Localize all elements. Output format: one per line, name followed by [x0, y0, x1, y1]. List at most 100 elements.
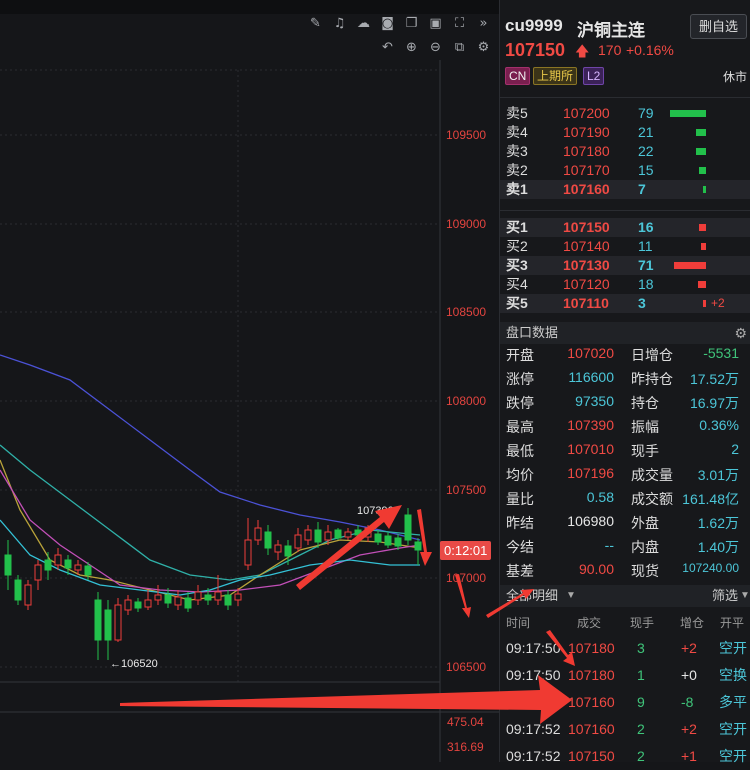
candle-body — [214, 591, 222, 601]
stat-value: -- — [604, 537, 614, 553]
candle-body — [344, 531, 352, 538]
candle-body — [24, 584, 32, 606]
bid-level[interactable]: 买3 107130 71 — [500, 256, 750, 275]
ask-level[interactable]: 卖2 107170 15 — [500, 161, 750, 180]
level-extra: +2 — [711, 296, 725, 310]
filter-icon[interactable]: ▼ — [740, 585, 750, 607]
stat-label: 日增仓 — [631, 347, 673, 363]
ask-level[interactable]: 卖5 107200 79 — [500, 104, 750, 123]
column-header: 开平 — [720, 616, 745, 630]
level-label: 买5 — [506, 295, 528, 311]
trade-cell: 2 — [637, 721, 645, 737]
level-volume: 15 — [638, 162, 654, 178]
filter-button[interactable]: 筛选 — [712, 585, 738, 607]
ask-level[interactable]: 卖3 107180 22 — [500, 142, 750, 161]
level-price: 107110 — [563, 295, 609, 311]
trade-cell: 09:17:52 — [506, 748, 561, 764]
stat-label: 今结 — [506, 539, 534, 555]
stat-label: 现货 — [631, 563, 659, 579]
bid-level[interactable]: 买2 107140 11 — [500, 237, 750, 256]
candle-body — [414, 541, 422, 551]
volume-bar — [699, 167, 706, 174]
level-volume: 7 — [638, 181, 646, 197]
volume-bar — [703, 300, 706, 307]
volume-bar — [670, 110, 706, 117]
volume-bar — [698, 281, 706, 288]
symbol-code: cu9999 — [505, 16, 563, 35]
bid-level[interactable]: 买5 107110 3 +2 — [500, 294, 750, 313]
candle-body — [334, 529, 342, 539]
level-price: 107190 — [563, 124, 610, 140]
trade-row[interactable]: 09:17:52 107150 2 +1 空开 — [500, 743, 750, 770]
candle-body — [114, 604, 122, 641]
level-label: 卖4 — [506, 124, 528, 140]
trade-cell: 1 — [637, 667, 645, 683]
volume-bar — [703, 186, 706, 193]
stat-value: 1.40万 — [697, 539, 739, 555]
stat-value: 106980 — [567, 513, 614, 529]
chevron-down-icon[interactable]: ▼ — [566, 585, 576, 607]
level-volume: 16 — [638, 219, 654, 235]
volume-bar — [674, 262, 706, 269]
trade-cell: 3 — [637, 640, 645, 656]
trade-cell: 多平 — [719, 694, 747, 710]
stat-label: 均价 — [506, 467, 534, 483]
price-axis-label: 107500 — [446, 483, 487, 497]
price-axis-label: 109000 — [446, 217, 487, 231]
level-price: 107200 — [563, 105, 610, 121]
stat-label: 成交额 — [631, 491, 673, 507]
trade-cell: -8 — [681, 694, 694, 710]
kline-chart-panel[interactable]: ✎ ♫ ☁ ◙ ❐ ▣ ⛶ » ↶ ⊕ ⊖ ⧉ ⚙ 109500 109000 … — [0, 0, 499, 762]
up-arrow-icon: 🡅 — [575, 43, 590, 59]
trades-header-label: 全部明细 — [506, 588, 559, 603]
ask-level[interactable]: 卖4 107190 21 — [500, 123, 750, 142]
level-label: 买4 — [506, 276, 528, 292]
stat-value: 97350 — [575, 393, 614, 409]
quote-panel: cu9999 沪铜主连 删自选 107150 🡅 170 +0.16% CN 上… — [499, 0, 750, 764]
trade-row[interactable]: 09:17:50 107160 9 -8 多平 — [500, 689, 750, 716]
ask-level[interactable]: 卖1 107160 7 — [500, 180, 750, 199]
candle-body — [204, 594, 212, 601]
stat-value: 107390 — [567, 417, 614, 433]
stat-label: 最低 — [506, 443, 534, 459]
trade-cell: 空开 — [719, 640, 747, 656]
stat-label: 持仓 — [631, 395, 659, 411]
trade-cell: 09:17:50 — [506, 667, 561, 683]
stats-header[interactable]: 盘口数据 ⚙ — [500, 322, 750, 344]
trade-cell: 107160 — [568, 694, 615, 710]
level-volume: 22 — [638, 143, 654, 159]
bid-level[interactable]: 买1 107150 16 — [500, 218, 750, 237]
candle-body — [44, 559, 52, 571]
stat-value: 0.36% — [699, 417, 739, 433]
stat-value: 107010 — [567, 441, 614, 457]
stat-label: 涨停 — [506, 371, 534, 387]
level-label: 卖5 — [506, 105, 528, 121]
candle-body — [274, 544, 282, 553]
candle-body — [324, 531, 332, 541]
trade-cell: +2 — [681, 721, 697, 737]
settings-icon[interactable]: ⚙ — [734, 322, 747, 344]
remove-watchlist-button[interactable]: 删自选 — [690, 14, 747, 39]
trade-row[interactable]: 09:17:50 107180 3 +2 空开 — [500, 635, 750, 662]
countdown-tag: 0:12:01 — [440, 541, 492, 560]
bid-level[interactable]: 买4 107120 18 — [500, 275, 750, 294]
stat-label: 内盘 — [631, 539, 659, 555]
trade-cell: 107180 — [568, 667, 615, 683]
candle-body — [284, 545, 292, 557]
trade-row[interactable]: 09:17:50 107180 1 +0 空换 — [500, 662, 750, 689]
candle-body — [84, 565, 92, 576]
level-label: 卖2 — [506, 162, 528, 178]
candle-body — [134, 601, 142, 609]
candle-body — [384, 535, 392, 546]
trade-row[interactable]: 09:17:52 107160 2 +2 空开 — [500, 716, 750, 743]
trade-cell: 107180 — [568, 640, 615, 656]
trade-cell: 09:17:52 — [506, 721, 561, 737]
stat-label: 成交量 — [631, 467, 673, 483]
candle-body — [174, 596, 182, 606]
volume-bar — [699, 224, 706, 231]
candle-body — [244, 539, 252, 566]
stat-label: 现手 — [631, 443, 659, 459]
volume-axis-label: 316.69 — [447, 740, 484, 754]
cn-tag: CN — [505, 67, 531, 85]
trades-header[interactable]: 全部明细 ▼ 筛选 ▼ — [500, 585, 750, 607]
